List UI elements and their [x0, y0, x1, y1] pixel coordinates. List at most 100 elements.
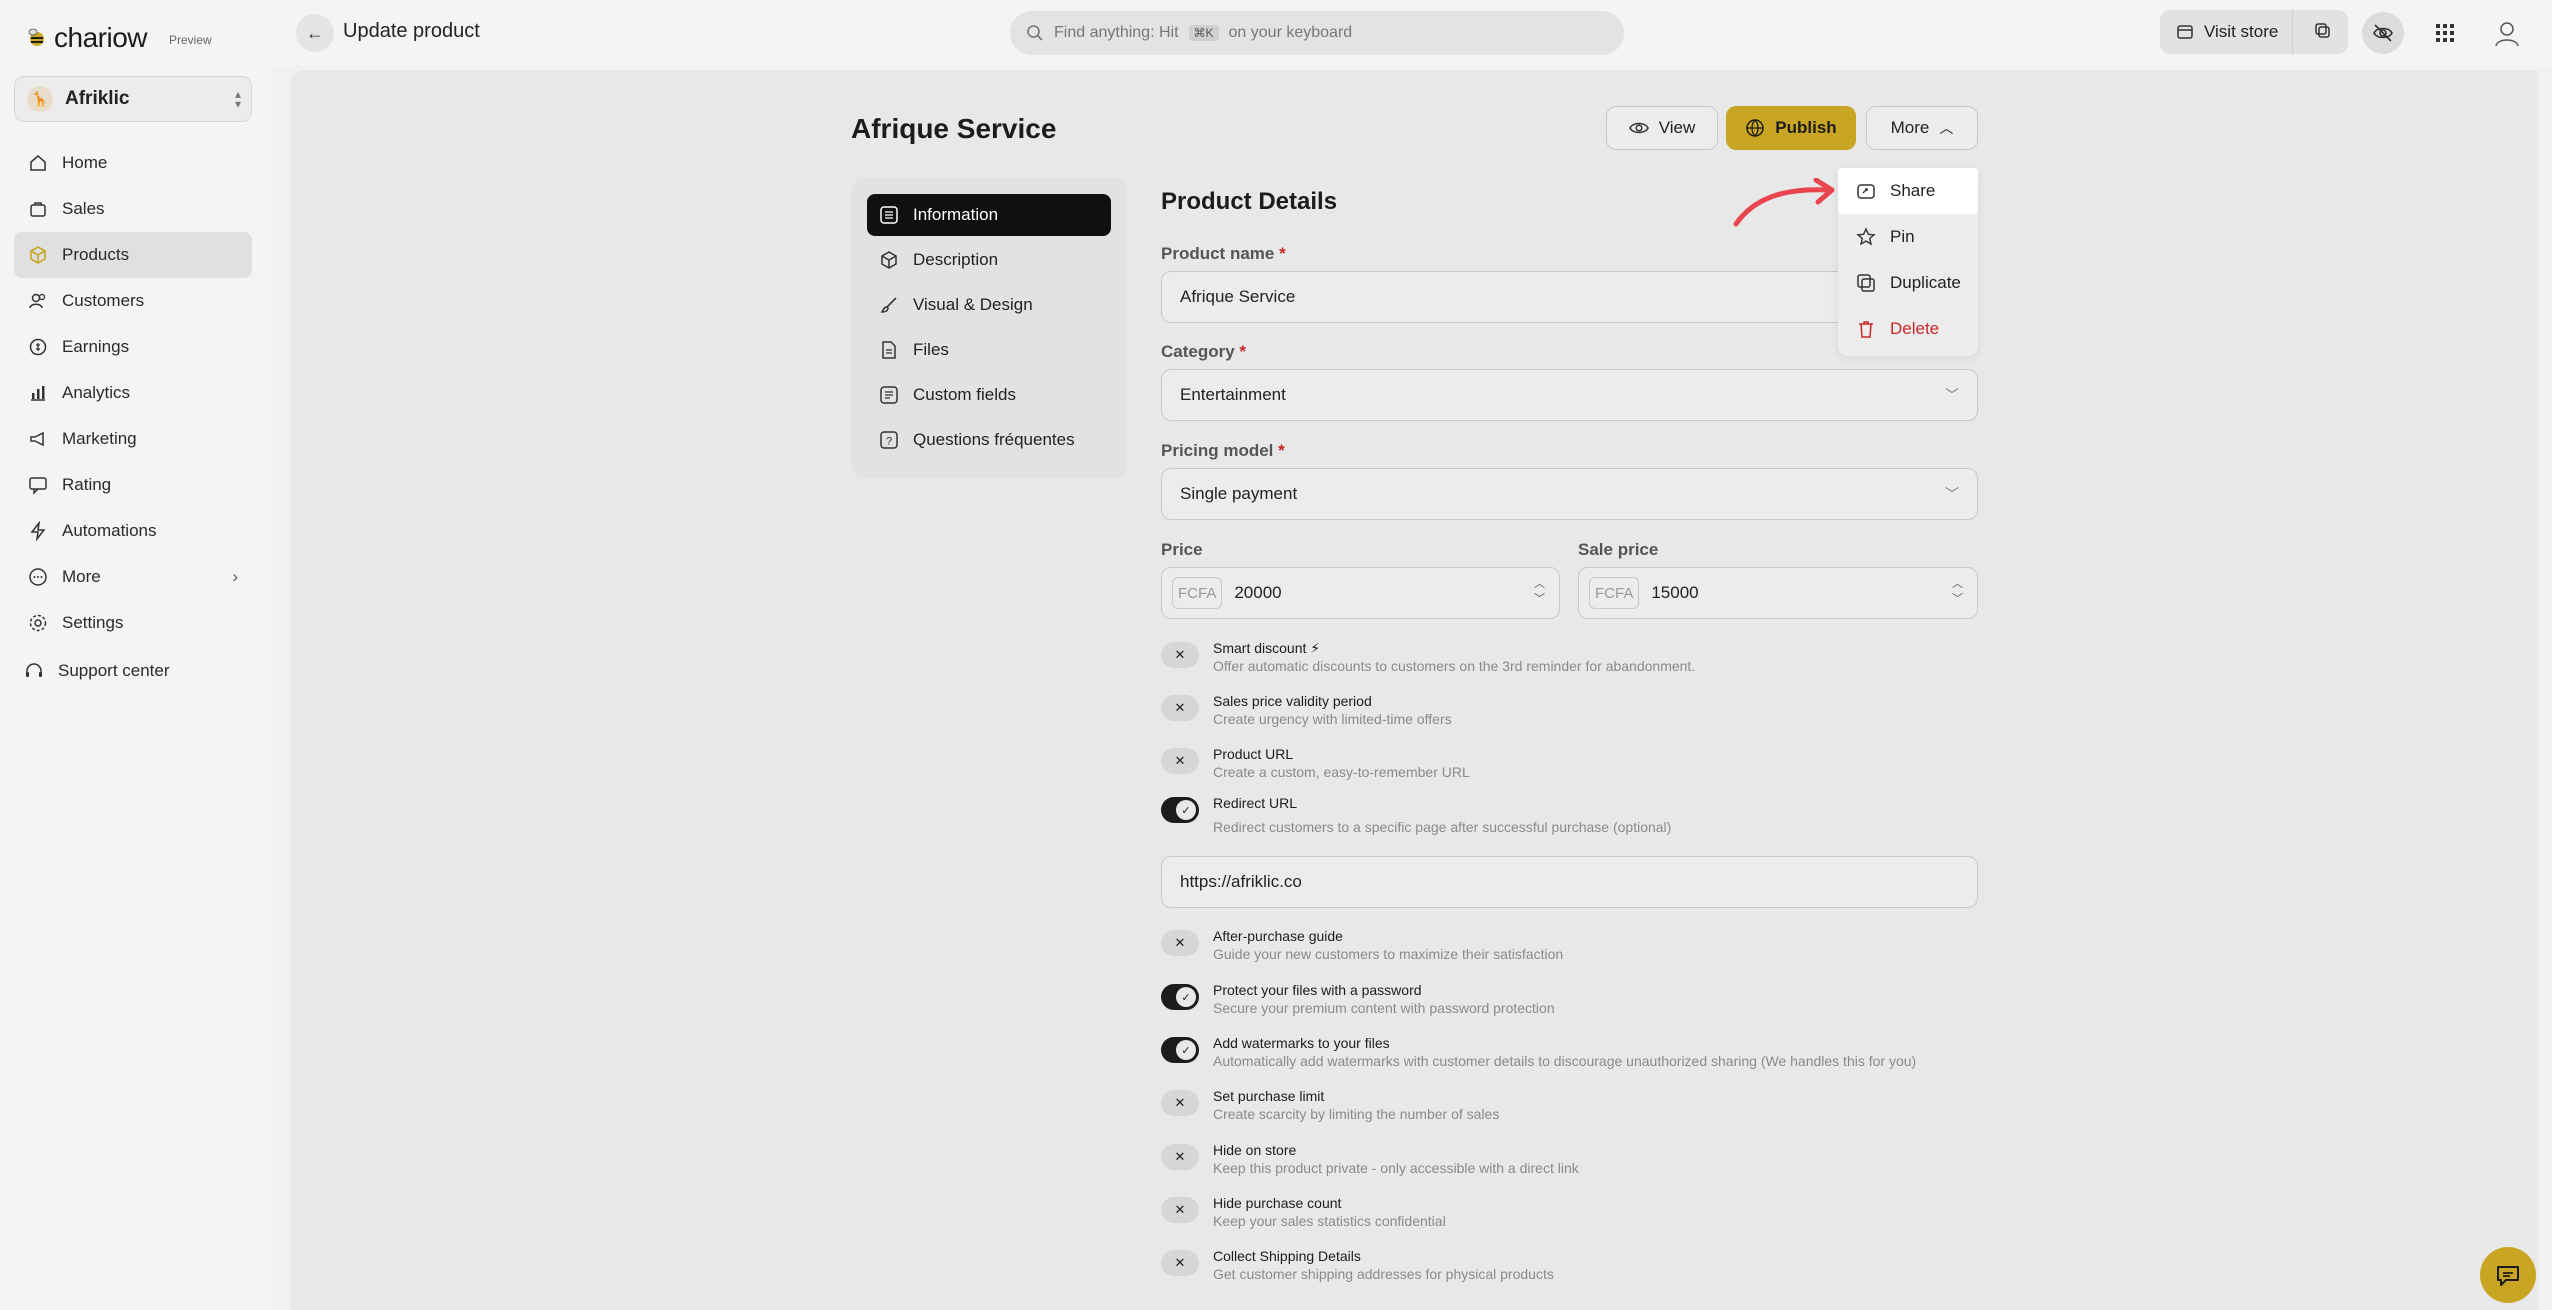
number-stepper[interactable]: ︿ ﹀ — [1952, 577, 1963, 607]
toggle-switch[interactable]: ✓ — [1161, 1037, 1199, 1063]
x-icon: ✕ — [1174, 647, 1186, 662]
toggle-title: Hide on store — [1213, 1142, 1297, 1158]
tab-label: Custom fields — [913, 385, 1016, 404]
back-button[interactable]: ← — [296, 14, 334, 52]
menu-item-label: Delete — [1890, 319, 1940, 338]
toggle-switch[interactable]: ✓ — [1161, 797, 1199, 823]
tab-faq[interactable]: ? Questions fréquentes — [867, 419, 1111, 461]
sale-price-value: 15000 — [1651, 583, 1699, 602]
brand-name: chariow — [54, 22, 147, 53]
required-mark: * — [1239, 342, 1247, 361]
toggle-switch[interactable]: ✕ — [1161, 1144, 1199, 1170]
menu-item-label: Pin — [1890, 227, 1915, 246]
sale-price-input[interactable]: FCFA 15000 ︿ ﹀ — [1578, 567, 1978, 619]
category-select[interactable]: Entertainment ﹀ — [1161, 369, 1978, 421]
tab-visual-design[interactable]: Visual & Design — [867, 284, 1111, 326]
label-text: Category — [1161, 342, 1235, 361]
sidebar-item-automations[interactable]: Automations — [14, 508, 252, 554]
file-icon — [882, 341, 896, 359]
sidebar-item-label: Home — [62, 153, 108, 172]
tab-label: Questions fréquentes — [913, 430, 1075, 449]
toggle-switch[interactable]: ✓ — [1161, 984, 1199, 1010]
search-prefix: Find anything: Hit — [1054, 24, 1179, 41]
copy-icon[interactable] — [2314, 22, 2332, 40]
user-avatar[interactable] — [2486, 12, 2528, 54]
view-label: View — [1658, 118, 1696, 137]
tab-files[interactable]: Files — [867, 329, 1111, 371]
price-input[interactable]: FCFA 20000 ︿ ﹀ — [1161, 567, 1560, 619]
more-label: More — [1890, 118, 1930, 137]
sidebar-item-marketing[interactable]: Marketing — [14, 416, 252, 462]
more-button[interactable]: More ︿ — [1866, 106, 1978, 150]
toggle-switch[interactable]: ✕ — [1161, 930, 1199, 956]
box-icon — [881, 251, 897, 269]
headset-icon — [24, 661, 44, 681]
chat-icon — [2497, 1266, 2519, 1286]
menu-item-duplicate[interactable]: Duplicate — [1838, 260, 1978, 306]
pricing-model-select[interactable]: Single payment ﹀ — [1161, 468, 1978, 520]
support-chat-button[interactable] — [2480, 1247, 2536, 1303]
tab-label: Description — [913, 250, 999, 269]
more-menu: Share Pin Duplicate Delete — [1838, 168, 1978, 356]
sidebar-item-settings[interactable]: Settings — [14, 600, 252, 646]
tab-label: Information — [913, 205, 999, 224]
eye-off-icon — [2373, 24, 2393, 42]
sidebar-item-customers[interactable]: Customers — [14, 278, 252, 324]
sidebar-nav: Home Sales Products Customers Earnings A… — [14, 140, 252, 694]
toggle-switch[interactable]: ✕ — [1161, 748, 1199, 774]
sidebar-item-sales[interactable]: Sales — [14, 186, 252, 232]
bolt-icon — [28, 521, 48, 541]
toggle-title: Set purchase limit — [1213, 1088, 1325, 1104]
toggle-switch[interactable]: ✕ — [1161, 1197, 1199, 1223]
sale-price-label: Sale price — [1578, 540, 1659, 559]
publish-button[interactable]: Publish — [1726, 106, 1856, 150]
pricing-model-value: Single payment — [1180, 484, 1298, 503]
sidebar-item-rating[interactable]: Rating — [14, 462, 252, 508]
toggle-switch[interactable]: ✕ — [1161, 642, 1199, 668]
menu-item-share[interactable]: Share — [1838, 168, 1978, 214]
x-icon: ✕ — [1174, 1149, 1186, 1164]
sidebar-item-analytics[interactable]: Analytics — [14, 370, 252, 416]
svg-text:?: ? — [886, 436, 892, 448]
product-name-value: Afrique Service — [1180, 287, 1296, 306]
x-icon: ✕ — [1174, 700, 1186, 715]
apps-button[interactable] — [2424, 12, 2466, 54]
main-panel — [290, 70, 2538, 1310]
preview-badge: Preview — [168, 33, 212, 47]
menu-item-delete[interactable]: Delete — [1838, 306, 1978, 352]
hide-preview-button[interactable] — [2362, 12, 2404, 54]
toggle-description: Keep your sales statistics confidential — [1213, 1213, 1446, 1229]
users-icon — [28, 291, 48, 311]
number-stepper[interactable]: ︿ ﹀ — [1534, 577, 1545, 607]
tab-description[interactable]: Description — [867, 239, 1111, 281]
toggle-switch[interactable]: ✕ — [1161, 1250, 1199, 1276]
sidebar-item-support-center[interactable]: Support center — [14, 648, 252, 694]
toggle-description: Create scarcity by limiting the number o… — [1213, 1106, 1500, 1122]
sidebar-item-more[interactable]: More › — [14, 554, 252, 600]
sidebar-item-earnings[interactable]: Earnings — [14, 324, 252, 370]
sidebar-item-products[interactable]: Products — [14, 232, 252, 278]
toggle-switch[interactable]: ✕ — [1161, 695, 1199, 721]
sidebar-item-label: More — [62, 567, 101, 586]
toggle-switch[interactable]: ✕ — [1161, 1090, 1199, 1116]
sidebar-item-home[interactable]: Home — [14, 140, 252, 186]
toggle-description: Keep this product private - only accessi… — [1213, 1160, 1579, 1176]
store-switcher[interactable]: 🦒 Afriklic ▴ ▾ — [14, 76, 252, 122]
star-icon — [1856, 227, 1876, 246]
brand-logo[interactable]: chariow Preview — [26, 22, 212, 54]
tab-information[interactable]: Information — [867, 194, 1111, 236]
x-icon: ✕ — [1174, 1255, 1186, 1270]
label-text: Pricing model — [1161, 441, 1274, 460]
search-bar[interactable]: Find anything: Hit ⌘K on your keyboard — [1010, 11, 1624, 55]
page-title: Afrique Service — [851, 113, 1057, 144]
chart-icon — [28, 383, 48, 403]
view-button[interactable]: View — [1606, 106, 1718, 150]
tab-custom-fields[interactable]: Custom fields — [867, 374, 1111, 416]
sidebar: 🦒 Afriklic ▴ ▾ Home Sales Products Custom… — [0, 66, 272, 1310]
menu-item-pin[interactable]: Pin — [1838, 214, 1978, 260]
form-title: Product Details — [1161, 188, 1338, 215]
redirect-url-input[interactable]: https://afriklic.co — [1161, 856, 1978, 908]
list-icon — [880, 206, 898, 224]
visit-store-button[interactable]: Visit store — [2160, 10, 2348, 54]
sidebar-item-label: Products — [62, 245, 130, 264]
